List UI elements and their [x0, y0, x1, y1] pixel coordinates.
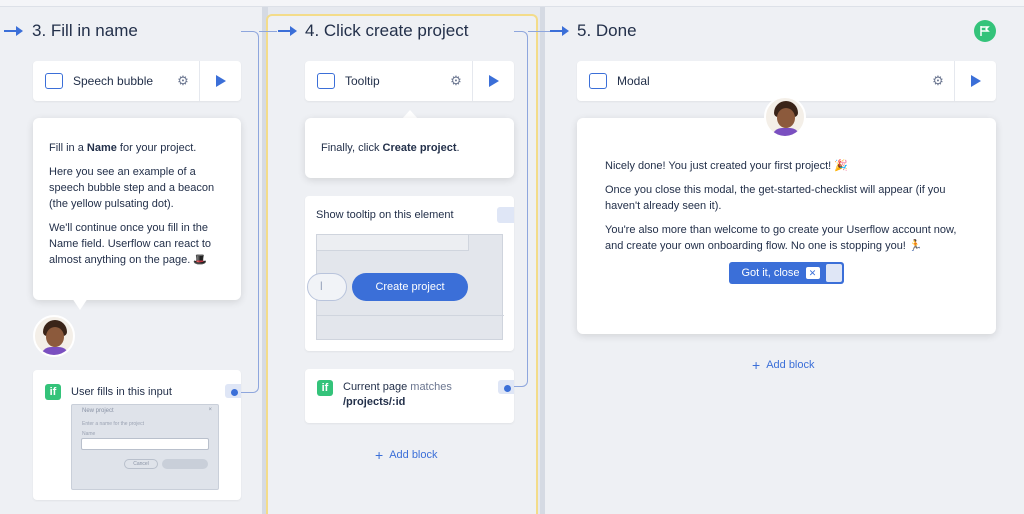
bubble-paragraph: Fill in a Name for your project. — [49, 142, 197, 154]
step-type-label: Speech bubble — [73, 74, 154, 88]
bubble-paragraph: We'll continue once you fill in the Name… — [49, 222, 212, 266]
close-icon[interactable]: ✕ — [805, 267, 820, 279]
flow-connector — [241, 31, 259, 393]
target-label: Show tooltip on this element — [316, 209, 454, 221]
step-3-title[interactable]: 3. Fill in name — [32, 21, 138, 41]
preview-create-project-button: Create project — [352, 273, 468, 301]
modal-icon — [589, 73, 607, 89]
speech-bubble-preview[interactable]: Fill in a Name for your project. Here yo… — [33, 118, 241, 300]
play-button[interactable] — [472, 61, 514, 101]
gear-icon[interactable]: ⚙ — [922, 73, 954, 89]
add-block-label: Add block — [766, 359, 815, 371]
step-type-label: Tooltip — [345, 74, 380, 88]
if-badge: if — [45, 384, 61, 400]
connector-dot[interactable] — [504, 385, 511, 392]
step-4-trigger[interactable]: if Current page matches /projects/:id — [305, 369, 514, 423]
flow-connector — [259, 31, 277, 32]
thumbnail-field-label: Name — [82, 431, 96, 437]
step-3-trigger[interactable]: if User fills in this input New project … — [33, 370, 241, 500]
preview-partial-button: l — [307, 273, 347, 301]
add-block-button[interactable]: + Add block — [375, 447, 438, 463]
modal-preview[interactable]: Nicely done! You just created your first… — [577, 118, 996, 334]
trigger-text: User fills in this input — [71, 386, 172, 398]
target-preview: l Create project — [307, 234, 504, 340]
button-action-handle[interactable] — [825, 264, 842, 282]
play-button[interactable] — [199, 61, 241, 101]
got-it-close-button[interactable]: Got it, close ✕ — [729, 262, 844, 284]
goal-flag-icon[interactable] — [974, 20, 996, 42]
speech-bubble-icon — [45, 73, 63, 89]
trigger-text: Current page matches — [343, 381, 452, 393]
incoming-arrow-icon — [278, 24, 298, 38]
element-thumbnail: New project × Enter a name for the proje… — [71, 404, 219, 490]
avatar — [764, 96, 806, 138]
tooltip-text-bold: Create project — [382, 142, 457, 154]
connector-dot[interactable] — [231, 389, 238, 396]
plus-icon: + — [752, 357, 761, 373]
step-4-title[interactable]: 4. Click create project — [305, 21, 468, 41]
flow-connector — [528, 31, 550, 32]
tooltip-preview[interactable]: Finally, click Create project. — [305, 118, 514, 178]
tooltip-icon — [317, 73, 335, 89]
modal-paragraph: Once you close this modal, the get-start… — [605, 184, 946, 212]
top-strip — [0, 0, 1024, 7]
step-5-header[interactable]: Modal ⚙ — [577, 61, 996, 101]
thumbnail-hint: Enter a name for the project — [82, 421, 144, 427]
step-type-label: Modal — [617, 74, 650, 88]
thumbnail-input — [81, 438, 209, 450]
incoming-arrow-icon — [550, 24, 570, 38]
modal-paragraph: Nicely done! You just created your first… — [605, 160, 848, 172]
tooltip-text-end: . — [456, 142, 460, 154]
thumbnail-create — [162, 459, 208, 469]
gear-icon[interactable]: ⚙ — [440, 73, 472, 89]
plus-icon: + — [375, 447, 384, 463]
add-block-label: Add block — [389, 449, 438, 461]
thumbnail-title: New project — [82, 408, 114, 414]
button-label: Got it, close — [741, 267, 800, 279]
incoming-arrow-icon — [4, 24, 24, 38]
bubble-paragraph: Here you see an example of a speech bubb… — [49, 166, 215, 210]
bubble-tail — [72, 298, 88, 310]
close-icon: × — [208, 407, 212, 413]
thumbnail-cancel: Cancel — [124, 459, 158, 469]
tooltip-target-card[interactable]: Show tooltip on this element l Create pr… — [305, 196, 514, 351]
modal-paragraph: You're also more than welcome to go crea… — [605, 224, 957, 252]
step-3-header[interactable]: Speech bubble ⚙ — [33, 61, 241, 101]
if-badge: if — [317, 380, 333, 396]
flow-connector — [514, 31, 528, 387]
gear-icon[interactable]: ⚙ — [167, 73, 199, 89]
play-button[interactable] — [954, 61, 996, 101]
trigger-path: /projects/:id — [343, 396, 406, 408]
avatar — [33, 315, 75, 357]
target-picker-button[interactable] — [497, 207, 514, 223]
step-4-header[interactable]: Tooltip ⚙ — [305, 61, 514, 101]
add-block-button[interactable]: + Add block — [752, 357, 815, 373]
step-5-title[interactable]: 5. Done — [577, 21, 637, 41]
tooltip-text: Finally, click — [321, 142, 383, 154]
